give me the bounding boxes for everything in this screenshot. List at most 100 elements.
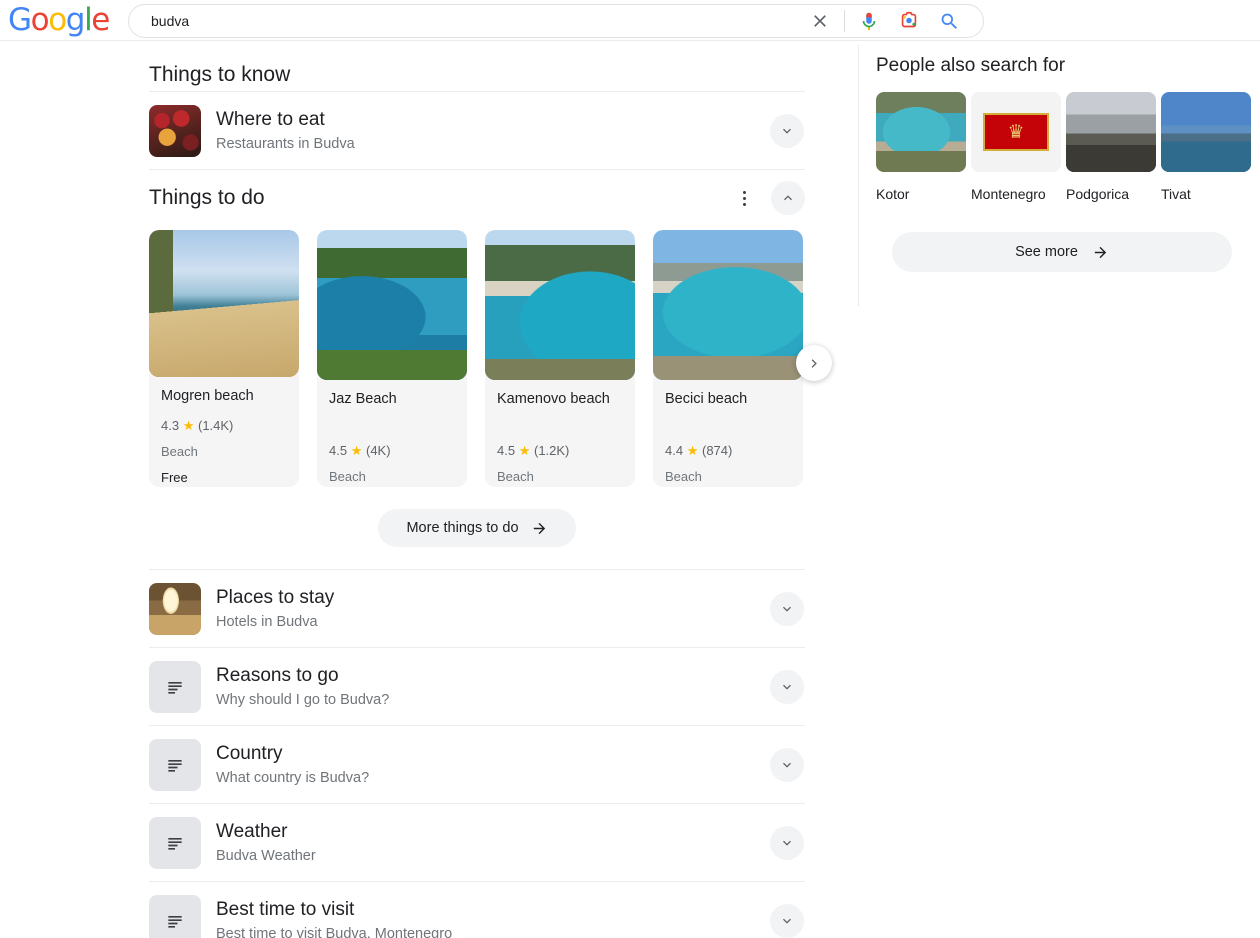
review-count: (1.4K) bbox=[197, 418, 234, 433]
people-also-search-list: Kotor ♛ Montenegro Podgorica Tivat bbox=[876, 92, 1251, 204]
accordion-row-weather[interactable]: Weather Budva Weather bbox=[149, 804, 805, 881]
chevron-up-icon[interactable] bbox=[771, 181, 805, 215]
card-rating: 4.4 ★ (874) bbox=[665, 442, 791, 460]
related-search-item[interactable]: Kotor bbox=[876, 92, 966, 204]
things-to-do-carousel: Mogren beach 4.3 ★ (1.4K) Beach Free Jaz… bbox=[149, 230, 832, 487]
search-input[interactable] bbox=[149, 9, 800, 33]
see-more-label: See more bbox=[1015, 244, 1078, 260]
chevron-down-icon[interactable] bbox=[770, 903, 804, 938]
card-title: Jaz Beach bbox=[329, 391, 397, 407]
star-icon: ★ bbox=[686, 443, 699, 458]
more-things-to-do-label: More things to do bbox=[406, 520, 519, 536]
accordion-subtitle: Budva Weather bbox=[216, 847, 316, 864]
more-things-to-do-button[interactable]: More things to do bbox=[378, 509, 576, 547]
card-title: Kamenovo beach bbox=[497, 391, 610, 407]
document-icon bbox=[149, 738, 201, 791]
see-more-wrap: See more bbox=[876, 232, 1248, 272]
flag-graphic: ♛ bbox=[983, 113, 1049, 151]
montenegro-flag: ♛ bbox=[971, 92, 1061, 172]
star-icon: ★ bbox=[182, 418, 195, 433]
rating-value: 4.3 bbox=[161, 418, 180, 433]
podgorica-city-photo bbox=[1066, 92, 1156, 172]
accordion-title: Weather bbox=[216, 820, 288, 842]
accordion-subtitle: Best time to visit Budva, Montenegro bbox=[216, 925, 453, 938]
card-category: Beach bbox=[497, 469, 534, 484]
search-bar[interactable] bbox=[128, 4, 984, 38]
chevron-down-icon[interactable] bbox=[770, 825, 804, 860]
chevron-down-icon[interactable] bbox=[770, 747, 804, 782]
more-vert-icon[interactable] bbox=[735, 187, 753, 209]
accordion-title: Reasons to go bbox=[216, 664, 339, 686]
google-logo[interactable]: Google bbox=[8, 4, 110, 36]
tivat-coast-photo bbox=[1161, 92, 1251, 172]
page-header: Google bbox=[0, 0, 1260, 41]
kamenovo-beach-photo bbox=[485, 230, 635, 380]
rating-value: 4.4 bbox=[665, 443, 684, 458]
hotel-room-photo bbox=[149, 582, 201, 635]
star-icon: ★ bbox=[518, 443, 531, 458]
microphone-icon[interactable] bbox=[849, 7, 889, 35]
mogren-beach-photo bbox=[149, 230, 299, 377]
food-photo bbox=[149, 104, 201, 157]
related-search-label: Podgorica bbox=[1066, 186, 1130, 202]
accordion-title: Where to eat bbox=[216, 108, 325, 130]
review-count: (874) bbox=[701, 443, 733, 458]
accordion-subtitle: Why should I go to Budva? bbox=[216, 691, 390, 708]
document-icon bbox=[149, 660, 201, 713]
search-icon[interactable] bbox=[929, 7, 969, 35]
accordion-title: Country bbox=[216, 742, 283, 764]
card-rating: 4.5 ★ (4K) bbox=[329, 442, 455, 460]
related-search-item[interactable]: Podgorica bbox=[1066, 92, 1156, 204]
google-lens-icon[interactable] bbox=[889, 7, 929, 35]
kotor-bay-photo bbox=[876, 92, 966, 172]
arrow-right-icon bbox=[1094, 246, 1107, 258]
chevron-down-icon[interactable] bbox=[770, 113, 804, 148]
card-price: Free bbox=[161, 470, 188, 485]
accordion-row-reasons-to-go[interactable]: Reasons to go Why should I go to Budva? bbox=[149, 648, 805, 725]
thing-to-do-card[interactable]: Mogren beach 4.3 ★ (1.4K) Beach Free bbox=[149, 230, 299, 487]
close-icon[interactable] bbox=[800, 7, 840, 35]
card-category: Beach bbox=[161, 444, 198, 459]
chevron-right-icon bbox=[811, 358, 817, 368]
card-title: Mogren beach bbox=[161, 388, 254, 404]
review-count: (1.2K) bbox=[533, 443, 570, 458]
accordion-subtitle: What country is Budva? bbox=[216, 769, 370, 786]
things-to-do-header: Things to do bbox=[149, 170, 805, 226]
accordion-title: Best time to visit bbox=[216, 898, 355, 920]
accordion-subtitle: Restaurants in Budva bbox=[216, 135, 355, 152]
accordion-row-country[interactable]: Country What country is Budva? bbox=[149, 726, 805, 803]
people-also-search-panel: People also search for Kotor ♛ Montenegr… bbox=[876, 41, 1251, 272]
carousel-next-button[interactable] bbox=[796, 345, 832, 381]
card-category: Beach bbox=[329, 469, 366, 484]
accordion-row-places-to-stay[interactable]: Places to stay Hotels in Budva bbox=[149, 570, 805, 647]
card-category: Beach bbox=[665, 469, 702, 484]
accordion-row-where-to-eat[interactable]: Where to eat Restaurants in Budva bbox=[149, 92, 805, 169]
more-things-to-do-wrap: More things to do bbox=[149, 509, 805, 547]
things-to-know-title: Things to know bbox=[149, 63, 291, 86]
related-search-label: Tivat bbox=[1161, 186, 1191, 202]
chevron-down-icon[interactable] bbox=[770, 591, 804, 626]
accordion-row-best-time-to-visit[interactable]: Best time to visit Best time to visit Bu… bbox=[149, 882, 805, 938]
jaz-beach-photo bbox=[317, 230, 467, 380]
accordion-subtitle: Hotels in Budva bbox=[216, 613, 318, 630]
things-to-do-title: Things to do bbox=[149, 186, 265, 209]
accordion-title: Places to stay bbox=[216, 586, 335, 608]
thing-to-do-card[interactable]: Becici beach 4.4 ★ (874) Beach bbox=[653, 230, 803, 487]
document-icon bbox=[149, 894, 201, 938]
rating-value: 4.5 bbox=[497, 443, 516, 458]
thing-to-do-card[interactable]: Jaz Beach 4.5 ★ (4K) Beach bbox=[317, 230, 467, 487]
star-icon: ★ bbox=[350, 443, 363, 458]
document-icon bbox=[149, 816, 201, 869]
main-column: Things to know Where to eat Restaurants … bbox=[149, 41, 832, 938]
rating-value: 4.5 bbox=[329, 443, 348, 458]
panel-divider bbox=[858, 45, 859, 306]
review-count: (4K) bbox=[365, 443, 391, 458]
thing-to-do-card[interactable]: Kamenovo beach 4.5 ★ (1.2K) Beach bbox=[485, 230, 635, 487]
related-search-item[interactable]: ♛ Montenegro bbox=[971, 92, 1061, 204]
card-title: Becici beach bbox=[665, 391, 748, 407]
people-also-search-title: People also search for bbox=[876, 55, 1066, 76]
see-more-button[interactable]: See more bbox=[892, 232, 1232, 272]
chevron-down-icon[interactable] bbox=[770, 669, 804, 704]
related-search-label: Montenegro bbox=[971, 186, 1046, 202]
related-search-item[interactable]: Tivat bbox=[1161, 92, 1251, 204]
